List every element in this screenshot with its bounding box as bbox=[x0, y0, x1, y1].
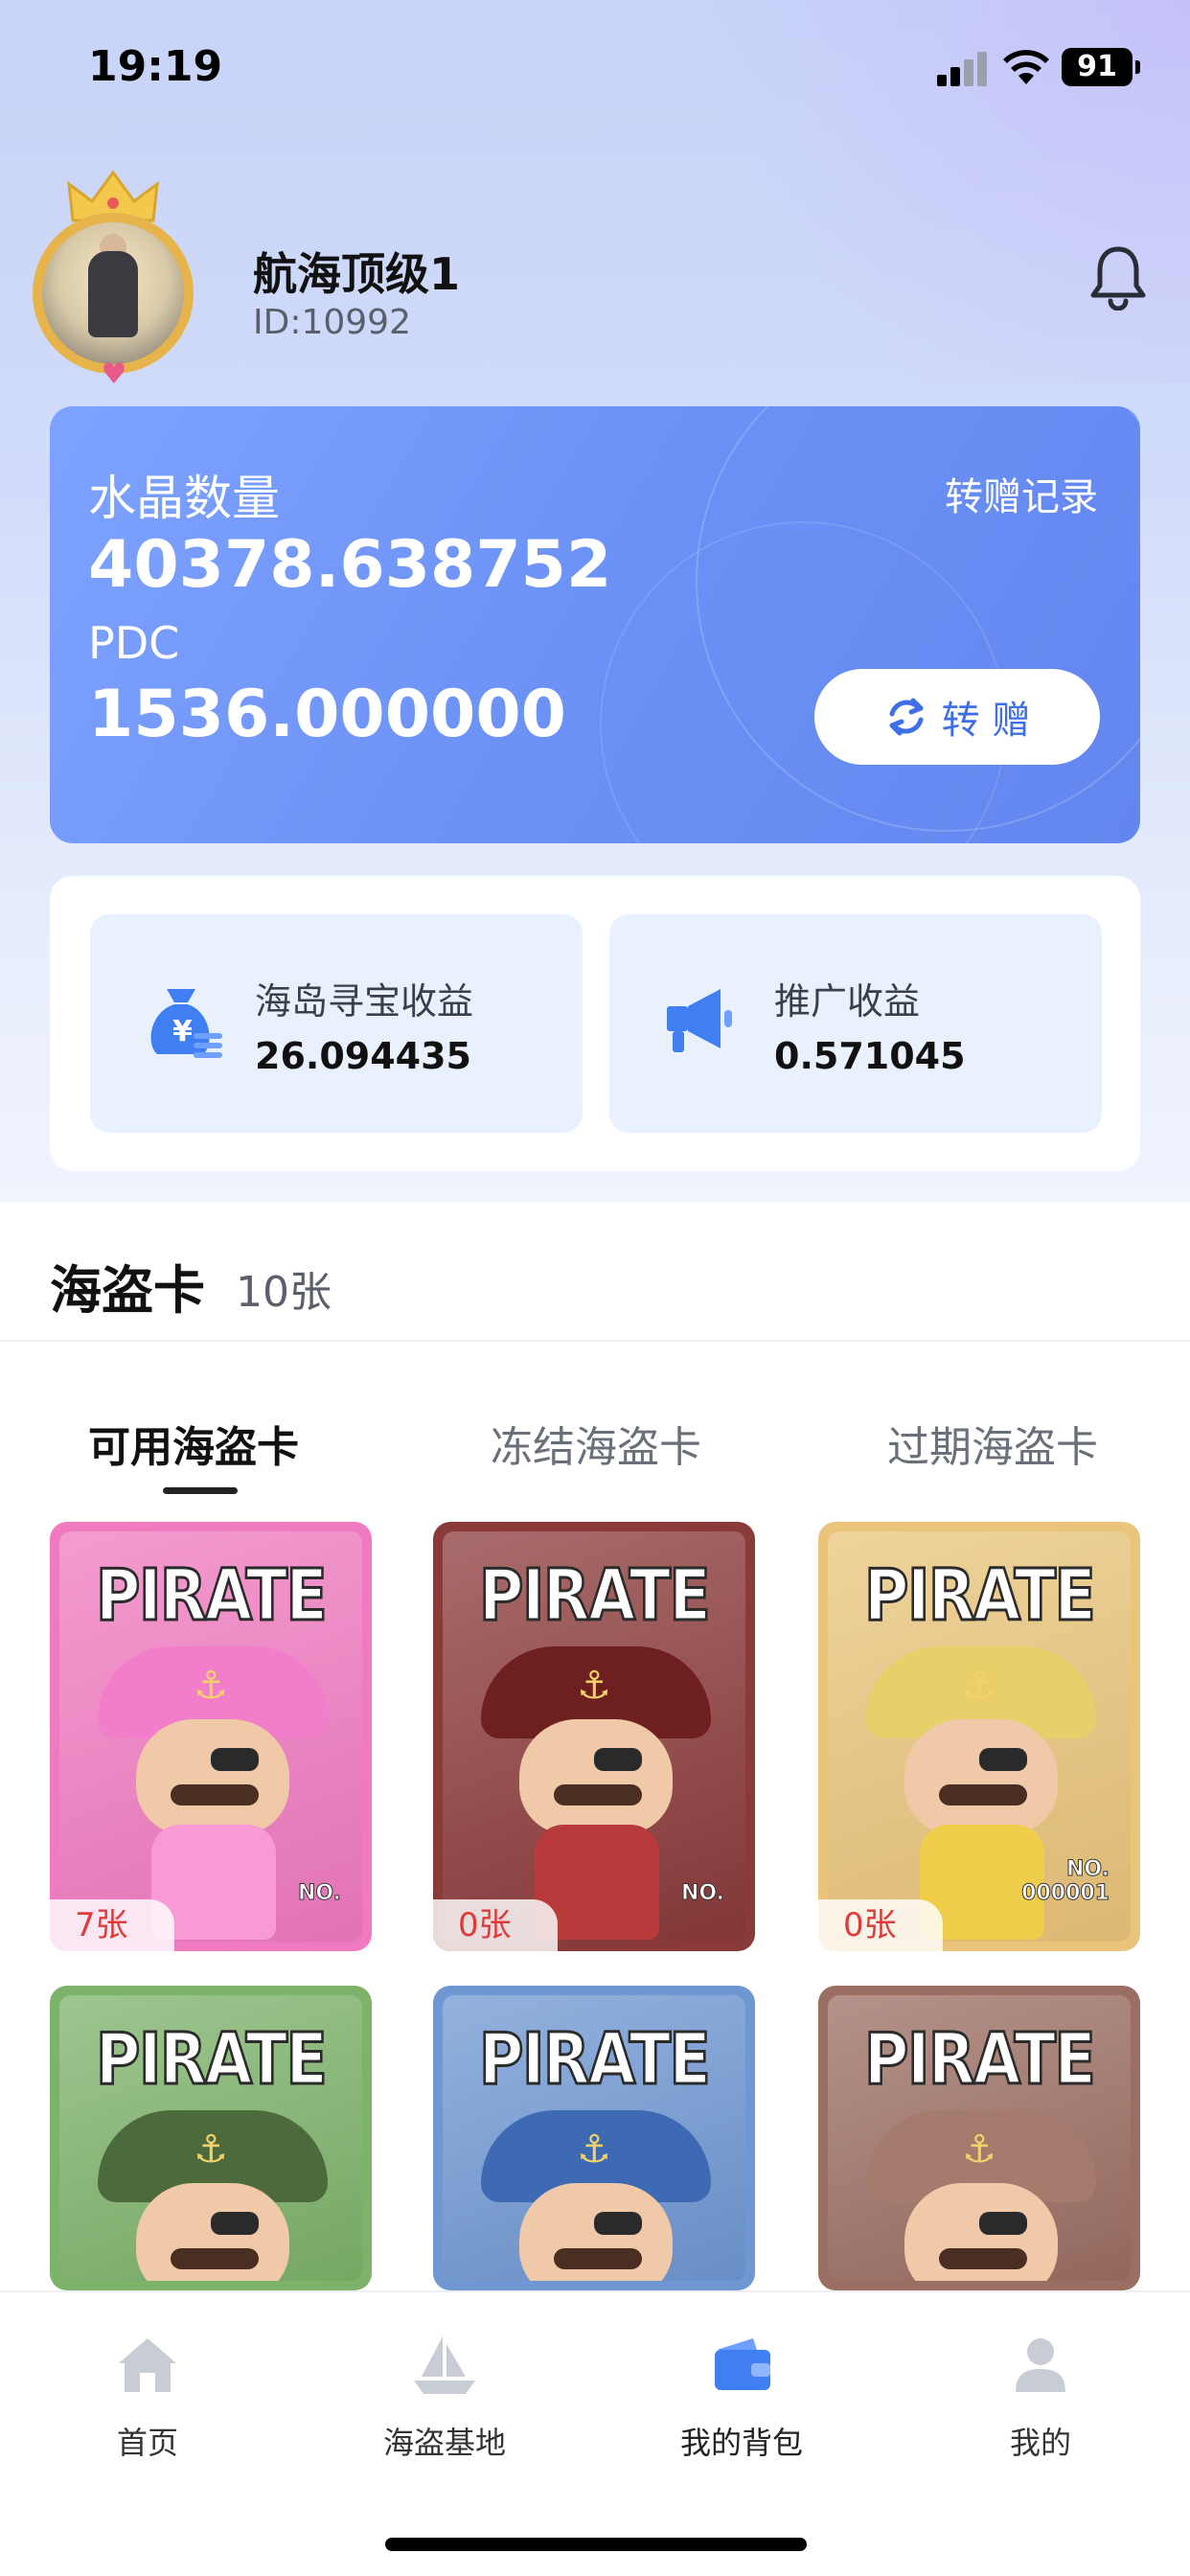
card-number: NO. bbox=[681, 1881, 725, 1906]
pdc-value: 1536.000000 bbox=[88, 677, 566, 752]
nav-pirate-base[interactable]: 海盗基地 bbox=[358, 2331, 531, 2463]
section-count: 10张 bbox=[236, 1268, 332, 1317]
income-value: 0.571045 bbox=[774, 1035, 966, 1077]
card-title: PIRATE bbox=[478, 2017, 713, 2103]
pirate-card[interactable]: PIRATE NO. 7张 bbox=[50, 1522, 372, 1951]
wallet-icon bbox=[715, 2338, 770, 2390]
card-title: PIRATE bbox=[478, 1553, 713, 1639]
nav-label: 首页 bbox=[116, 2425, 178, 2461]
nav-home[interactable]: 首页 bbox=[61, 2331, 234, 2463]
pirate-card[interactable]: PIRATE bbox=[818, 1986, 1140, 2290]
income-label: 推广收益 bbox=[774, 980, 921, 1023]
pirate-face-icon bbox=[519, 2183, 673, 2281]
pirate-face-icon bbox=[904, 2183, 1058, 2281]
promotion-income[interactable]: 推广收益 0.571045 bbox=[609, 914, 1102, 1133]
money-bag-icon: ¥ bbox=[150, 989, 222, 1058]
heart-icon: ♥ bbox=[101, 357, 127, 391]
card-title: PIRATE bbox=[95, 1553, 330, 1639]
pirate-card[interactable]: PIRATE NO. 000001 0张 bbox=[818, 1522, 1140, 1951]
transfer-record-link[interactable]: 转赠记录 bbox=[945, 466, 1098, 521]
svg-text:¥: ¥ bbox=[172, 1015, 193, 1048]
refresh-icon bbox=[889, 698, 924, 736]
bell-icon[interactable] bbox=[1088, 243, 1148, 310]
crystal-value: 40378.638752 bbox=[88, 527, 612, 603]
transfer-button-label: 转 赠 bbox=[941, 699, 1031, 743]
income-panel: ¥ 海岛寻宝收益 26.094435 推广收益 0.571045 bbox=[50, 876, 1140, 1171]
income-label: 海岛寻宝收益 bbox=[255, 980, 474, 1023]
user-name: 航海顶级1 bbox=[253, 248, 461, 300]
island-treasure-income[interactable]: ¥ 海岛寻宝收益 26.094435 bbox=[90, 914, 583, 1133]
bottom-nav: 首页 海盗基地 我的背包 我的 bbox=[0, 2290, 1190, 2576]
pirate-card[interactable]: PIRATE NO. 0张 bbox=[433, 1522, 755, 1951]
card-count: 0张 bbox=[818, 1899, 943, 1951]
status-bar: 19:19 91 bbox=[0, 0, 1190, 144]
pirate-face-icon bbox=[904, 1719, 1058, 1834]
active-tab-indicator bbox=[163, 1487, 238, 1494]
avatar-photo bbox=[33, 213, 194, 374]
card-number: NO. 000001 bbox=[1021, 1857, 1110, 1906]
ship-icon bbox=[414, 2336, 475, 2394]
wifi-icon bbox=[1003, 50, 1049, 84]
transfer-button[interactable]: 转 赠 bbox=[814, 669, 1100, 765]
card-title: PIRATE bbox=[863, 2017, 1098, 2103]
pirate-card[interactable]: PIRATE bbox=[433, 1986, 755, 2290]
nav-my-backpack[interactable]: 我的背包 bbox=[655, 2331, 828, 2463]
battery-indicator: 91 bbox=[1062, 48, 1140, 86]
megaphone-icon bbox=[667, 989, 732, 1052]
pirate-card[interactable]: PIRATE bbox=[50, 1986, 372, 2290]
crystal-label: 水晶数量 bbox=[88, 471, 280, 526]
pdc-label: PDC bbox=[88, 617, 180, 669]
tab-expired-cards[interactable]: 过期海盗卡 bbox=[887, 1413, 1098, 1474]
nav-label: 我的背包 bbox=[679, 2425, 803, 2461]
home-icon bbox=[119, 2338, 176, 2392]
pirate-face-icon bbox=[519, 1719, 673, 1834]
status-time: 19:19 bbox=[88, 42, 223, 91]
user-id: ID:10992 bbox=[253, 303, 411, 342]
nav-label: 我的 bbox=[1009, 2425, 1071, 2461]
card-title: PIRATE bbox=[863, 1553, 1098, 1639]
card-count: 0张 bbox=[433, 1899, 558, 1951]
pirate-face-icon bbox=[136, 1719, 289, 1834]
section-title: 海盗卡 bbox=[50, 1260, 205, 1321]
cellular-signal-icon bbox=[937, 52, 991, 86]
avatar[interactable]: ♥ bbox=[27, 169, 199, 389]
tab-available-cards[interactable]: 可用海盗卡 bbox=[88, 1413, 299, 1474]
home-indicator bbox=[385, 2538, 807, 2551]
card-count: 7张 bbox=[50, 1899, 174, 1951]
user-icon bbox=[1016, 2338, 1065, 2392]
pirate-face-icon bbox=[136, 2183, 289, 2281]
nav-me[interactable]: 我的 bbox=[954, 2331, 1127, 2463]
divider bbox=[0, 1340, 1190, 1342]
tab-frozen-cards[interactable]: 冻结海盗卡 bbox=[491, 1413, 701, 1474]
income-value: 26.094435 bbox=[255, 1035, 471, 1077]
wallet-card: 水晶数量 转赠记录 40378.638752 PDC 1536.000000 转… bbox=[50, 406, 1140, 843]
card-title: PIRATE bbox=[95, 2017, 330, 2103]
card-number: NO. bbox=[298, 1881, 342, 1906]
nav-label: 海盗基地 bbox=[382, 2425, 506, 2461]
